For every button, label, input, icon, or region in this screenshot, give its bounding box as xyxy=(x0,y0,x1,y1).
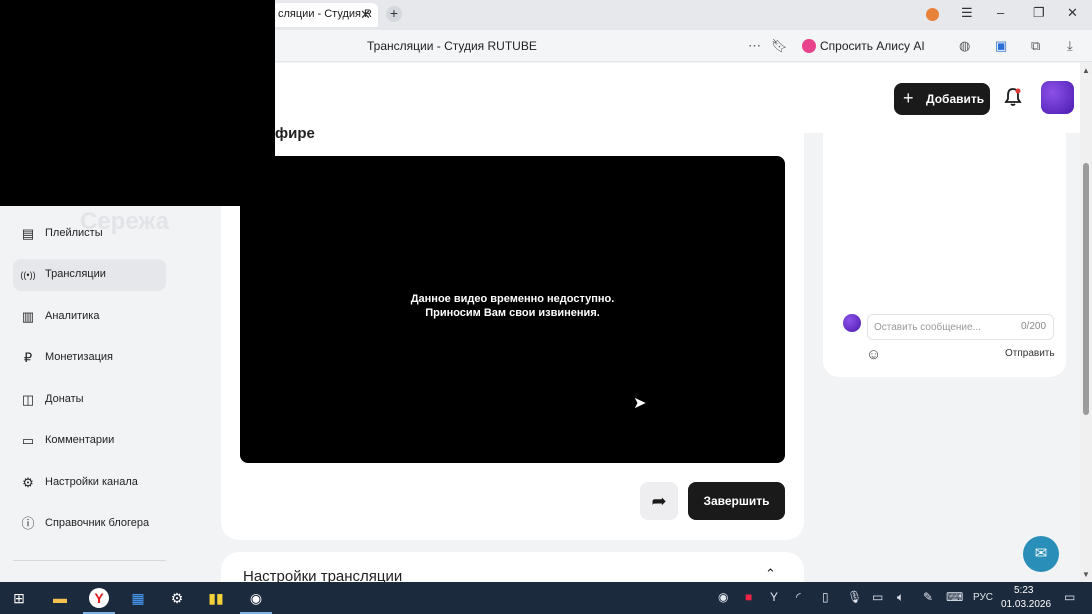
settings-gear-icon[interactable]: ⚙ xyxy=(167,588,187,608)
bookmark-icon[interactable]: 🔖︎ xyxy=(771,38,788,54)
chat-panel xyxy=(823,133,1066,377)
battery-icon[interactable]: ▭ xyxy=(872,590,883,604)
microphone-icon[interactable]: 🎙︎ xyxy=(847,590,862,604)
scroll-up-icon[interactable]: ▲ xyxy=(1082,66,1090,75)
scroll-down-icon[interactable]: ▼ xyxy=(1082,570,1090,579)
add-button[interactable]: + Добавить xyxy=(894,83,990,115)
share-icon: ➦ xyxy=(651,491,667,511)
analytics-icon: ▥ xyxy=(21,309,35,324)
sidebar-item-monetization[interactable]: ₽ Монетизация xyxy=(13,342,166,374)
share-button[interactable]: ➦ xyxy=(640,482,678,520)
alice-label: Спросить Алису AI xyxy=(820,39,925,53)
stream-settings-card[interactable]: Настройки трансляции ⌃ xyxy=(221,552,804,585)
wallet-icon: ◫ xyxy=(21,392,35,407)
restore-icon[interactable]: ❐ xyxy=(1033,5,1045,21)
emoji-icon[interactable]: ☺ xyxy=(866,346,881,363)
sidebar-item-channel-settings[interactable]: ⚙ Настройки канала xyxy=(13,467,166,499)
comment-icon: ▭ xyxy=(21,433,35,448)
chat-avatar xyxy=(843,314,861,332)
help-chat-button[interactable]: ✉ xyxy=(1023,536,1059,572)
scroll-thumb[interactable] xyxy=(1083,163,1089,415)
alice-button[interactable]: Спросить Алису AI xyxy=(798,34,933,58)
page-title[interactable]: Трансляции - Студия RUTUBE xyxy=(367,39,537,53)
new-tab-button[interactable]: + xyxy=(386,6,402,22)
player-message-line-2: Приносим Вам свои извинения. xyxy=(425,307,600,319)
menu-icon[interactable]: ☰ xyxy=(961,5,973,21)
sidebar-item-label: Комментарии xyxy=(45,434,115,446)
more-icon[interactable]: ⋯ xyxy=(748,38,761,54)
ruble-icon: ₽ xyxy=(23,350,33,365)
tab-close-icon[interactable]: ✕ xyxy=(360,7,371,23)
volume-icon[interactable]: 🔈︎ xyxy=(897,590,904,605)
wifi-icon[interactable]: ◜ xyxy=(796,590,801,604)
close-window-icon[interactable]: ✕ xyxy=(1067,5,1078,21)
windows-taskbar: ⊞ ▬ Y ▦ ⚙ ▮▮ ◉ ◉ ■ Y ◜ ▯ 🎙︎ ▭ 🔈︎ ✎ ⌨ РУС… xyxy=(0,582,1092,614)
pen-icon[interactable]: ✎ xyxy=(923,590,933,604)
sidebar-item-label: Настройки канала xyxy=(45,476,138,488)
mouse-cursor-icon: ➤ xyxy=(633,395,647,412)
sidebar-divider xyxy=(13,560,166,561)
add-button-label: Добавить xyxy=(926,92,985,106)
file-explorer-icon[interactable]: ▬ xyxy=(50,588,70,608)
chevron-up-icon[interactable]: ⌃ xyxy=(765,566,776,582)
clock-time[interactable]: 5:23 xyxy=(1014,585,1033,596)
extensions-icon[interactable]: ⧉ xyxy=(1031,38,1040,54)
language-indicator[interactable]: РУС xyxy=(973,592,993,603)
obs-tray-icon[interactable]: ◉ xyxy=(718,590,728,604)
recording-tray-icon[interactable]: ■ xyxy=(745,590,752,604)
sidebar-item-donations[interactable]: ◫ Донаты xyxy=(13,384,166,416)
playlist-icon: ▤ xyxy=(21,226,35,241)
clock-date[interactable]: 01.03.2026 xyxy=(1001,599,1051,610)
minimize-icon[interactable]: – xyxy=(997,5,1004,20)
sidebar-item-analytics[interactable]: ▥ Аналитика xyxy=(13,301,166,333)
alice-icon xyxy=(802,39,816,53)
sidebar-item-label: Донаты xyxy=(45,393,84,405)
notifications-icon[interactable]: ▭ xyxy=(1064,590,1075,604)
obs-icon[interactable]: ◉ xyxy=(246,588,266,608)
store-icon[interactable]: ▦ xyxy=(128,588,148,608)
sidebar-item-blogger-guide[interactable]: ⓘ Справочник блогера xyxy=(13,508,166,540)
sidebar-item-label: Аналитика xyxy=(45,310,100,322)
sidebar: ▤ Плейлисты ((•)) Трансляции ▥ Аналитика… xyxy=(0,206,220,582)
player-message: Данное видео временно недоступно. Принос… xyxy=(240,292,785,320)
download-icon[interactable]: ⤓ xyxy=(1067,38,1073,54)
keyboard-icon[interactable]: ⌨ xyxy=(946,590,963,604)
send-button[interactable]: Отправить xyxy=(1005,348,1055,359)
screen-icon[interactable]: ▣ xyxy=(995,38,1007,54)
channel-name-ghost: Сережа xyxy=(80,208,170,235)
end-stream-button[interactable]: Завершить xyxy=(688,482,785,520)
bell-icon[interactable] xyxy=(1004,87,1022,112)
video-player[interactable]: Данное видео временно недоступно. Принос… xyxy=(240,156,785,463)
usb-icon[interactable]: ▯ xyxy=(822,590,829,604)
page-scrollbar[interactable]: ▲ ▼ xyxy=(1080,63,1092,582)
video-overlay-extension xyxy=(0,133,240,206)
browser-tab-title: сляции - Студия R xyxy=(278,8,372,20)
sidebar-item-label: Монетизация xyxy=(45,351,113,363)
chat-char-counter: 0/200 xyxy=(1021,321,1047,332)
globe-icon[interactable]: ◍ xyxy=(959,38,970,54)
gear-icon: ⚙ xyxy=(22,475,34,490)
stream-card-title: фире xyxy=(275,125,315,142)
avatar[interactable] xyxy=(1041,81,1074,114)
sidebar-item-label: Справочник блогера xyxy=(45,517,150,529)
support-icon: ✉ xyxy=(1034,545,1048,562)
yandex-tray-icon[interactable]: Y xyxy=(770,590,778,604)
sidebar-item-label: Трансляции xyxy=(45,268,106,280)
windows-start-icon[interactable]: ⊞ xyxy=(9,588,29,608)
profile-icon[interactable] xyxy=(926,8,939,21)
info-icon: ⓘ xyxy=(21,516,35,531)
sidebar-item-streams[interactable]: ((•)) Трансляции xyxy=(13,259,166,291)
plus-icon: + xyxy=(903,88,914,108)
sidebar-item-comments[interactable]: ▭ Комментарии xyxy=(13,425,166,457)
player-message-line-1: Данное видео временно недоступно. xyxy=(410,293,615,305)
broadcast-icon: ((•)) xyxy=(20,270,36,280)
app-bars-icon[interactable]: ▮▮ xyxy=(206,588,226,608)
yandex-browser-icon[interactable]: Y xyxy=(89,588,109,608)
